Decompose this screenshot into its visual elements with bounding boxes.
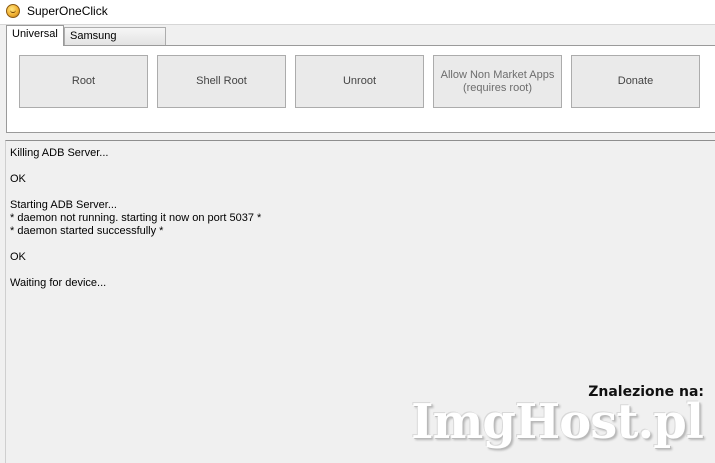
unroot-button[interactable]: Unroot (295, 55, 424, 108)
tab-universal[interactable]: Universal (6, 25, 64, 46)
app-icon (6, 4, 20, 18)
watermark-logo: ImgHost.pl (411, 394, 704, 450)
root-button[interactable]: Root (19, 55, 148, 108)
title-bar: SuperOneClick (0, 0, 715, 25)
log-text: Killing ADB Server... OK Starting ADB Se… (10, 147, 262, 289)
tab-samsung-captivate[interactable]: Samsung Captivate (64, 27, 166, 59)
allow-non-market-apps-button[interactable]: Allow Non Market Apps (requires root) (433, 55, 562, 108)
donate-button[interactable]: Donate (571, 55, 700, 108)
window-title: SuperOneClick (27, 4, 108, 18)
shell-root-button[interactable]: Shell Root (157, 55, 286, 108)
